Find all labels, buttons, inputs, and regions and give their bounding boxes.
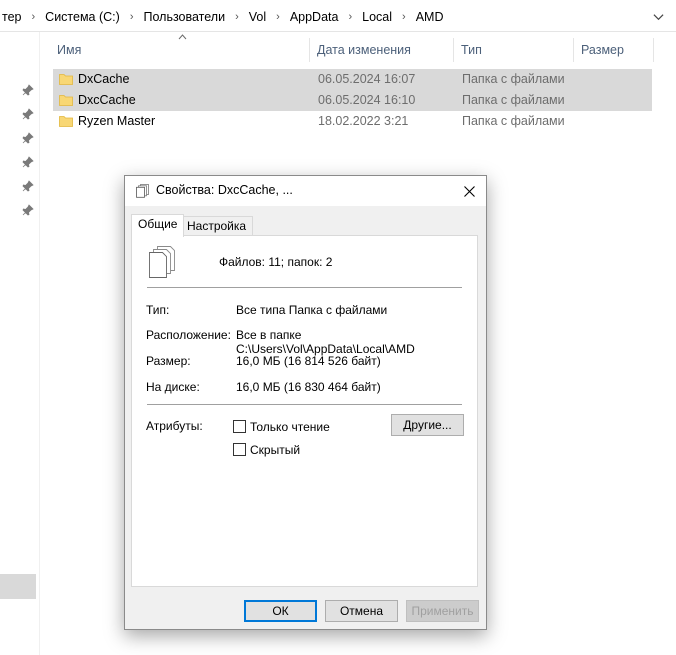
breadcrumb-item-drive-c[interactable]: Система (C:) — [43, 10, 122, 24]
column-name[interactable]: Имя — [50, 38, 310, 62]
column-type[interactable]: Тип — [454, 38, 574, 62]
file-date: 06.05.2024 16:10 — [318, 93, 416, 107]
readonly-checkbox-label[interactable]: Только чтение — [250, 420, 330, 434]
file-type: Папка с файлами — [462, 72, 565, 86]
size-value: 16,0 МБ (16 814 526 байт) — [236, 354, 381, 368]
chevron-right-icon[interactable]: › — [268, 11, 288, 23]
pin-icon[interactable] — [22, 180, 34, 192]
chevron-right-icon[interactable]: › — [122, 11, 142, 23]
breadcrumb-item-local[interactable]: Local — [360, 10, 394, 24]
file-row[interactable]: DxCache 06.05.2024 16:07 Папка с файлами — [53, 69, 652, 90]
dialog-titlebar[interactable]: Свойства: DxcCache, ... — [125, 176, 486, 206]
chevron-right-icon[interactable]: › — [227, 11, 247, 23]
pin-icon[interactable] — [22, 108, 34, 120]
hidden-checkbox[interactable] — [233, 443, 246, 456]
tab-panel-general: Файлов: 11; папок: 2 Тип: Все типа Папка… — [131, 235, 478, 587]
breadcrumb: тер › Система (C:) › Пользователи › Vol … — [0, 8, 445, 26]
breadcrumb-item-users[interactable]: Пользователи — [141, 10, 227, 24]
multiple-files-icon — [149, 246, 175, 278]
breadcrumb-item-amd[interactable]: AMD — [414, 10, 446, 24]
location-label: Расположение: — [146, 328, 231, 342]
file-type: Папка с файлами — [462, 93, 565, 107]
file-type: Папка с файлами — [462, 114, 565, 128]
divider — [147, 404, 462, 405]
readonly-checkbox[interactable] — [233, 420, 246, 433]
cancel-button[interactable]: Отмена — [325, 600, 398, 622]
ok-button[interactable]: ОК — [244, 600, 317, 622]
attributes-label: Атрибуты: — [146, 419, 203, 433]
multiple-files-icon — [136, 184, 149, 198]
size-on-disk-label: На диске: — [146, 380, 200, 394]
size-on-disk-value: 16,0 МБ (16 830 464 байт) — [236, 380, 381, 394]
tab-general[interactable]: Общие — [131, 214, 185, 237]
navigation-pane[interactable] — [0, 32, 40, 655]
column-size[interactable]: Размер — [574, 38, 654, 62]
file-name: Ryzen Master — [78, 114, 156, 128]
file-date: 06.05.2024 16:07 — [318, 72, 416, 86]
chevron-right-icon[interactable]: › — [24, 11, 44, 23]
apply-button[interactable]: Применить — [406, 600, 479, 622]
pin-icon[interactable] — [22, 132, 34, 144]
folder-icon — [59, 95, 73, 106]
file-name: DxcCache — [78, 93, 136, 107]
file-row[interactable]: DxcCache 06.05.2024 16:10 Папка с файлам… — [53, 90, 652, 111]
divider — [147, 287, 462, 288]
breadcrumb-item-appdata[interactable]: AppData — [288, 10, 341, 24]
pin-icon[interactable] — [22, 84, 34, 96]
chevron-right-icon[interactable]: › — [340, 11, 360, 23]
breadcrumb-item-vol[interactable]: Vol — [247, 10, 268, 24]
pin-icon[interactable] — [22, 204, 34, 216]
dialog-title: Свойства: DxcCache, ... — [156, 183, 293, 197]
breadcrumb-item-computer[interactable]: тер — [0, 10, 24, 24]
nav-selected-item[interactable] — [0, 574, 36, 599]
item-counts: Файлов: 11; папок: 2 — [219, 255, 333, 269]
pin-icon[interactable] — [22, 156, 34, 168]
address-bar[interactable]: тер › Система (C:) › Пользователи › Vol … — [0, 0, 676, 32]
type-value: Все типа Папка с файлами — [236, 303, 388, 317]
file-row[interactable]: Ryzen Master 18.02.2022 3:21 Папка с фай… — [53, 111, 652, 132]
file-date: 18.02.2022 3:21 — [318, 114, 409, 128]
other-attributes-button[interactable]: Другие... — [391, 414, 464, 436]
size-label: Размер: — [146, 354, 191, 368]
chevron-right-icon[interactable]: › — [394, 11, 414, 23]
column-date-modified[interactable]: Дата изменения — [310, 38, 454, 62]
file-name: DxCache — [78, 72, 130, 86]
type-label: Тип: — [146, 303, 170, 317]
folder-icon — [59, 74, 73, 85]
properties-dialog[interactable]: Свойства: DxcCache, ... Общие Настройка … — [124, 175, 487, 630]
location-value: Все в папке C:\Users\Vol\AppData\Local\A… — [236, 328, 415, 356]
column-header-row: Имя Дата изменения Тип Размер — [50, 34, 676, 62]
chevron-down-icon[interactable] — [648, 6, 668, 26]
hidden-checkbox-label[interactable]: Скрытый — [250, 443, 300, 457]
close-icon[interactable] — [456, 179, 482, 203]
folder-icon — [59, 116, 73, 127]
tab-customize[interactable]: Настройка — [180, 216, 254, 236]
